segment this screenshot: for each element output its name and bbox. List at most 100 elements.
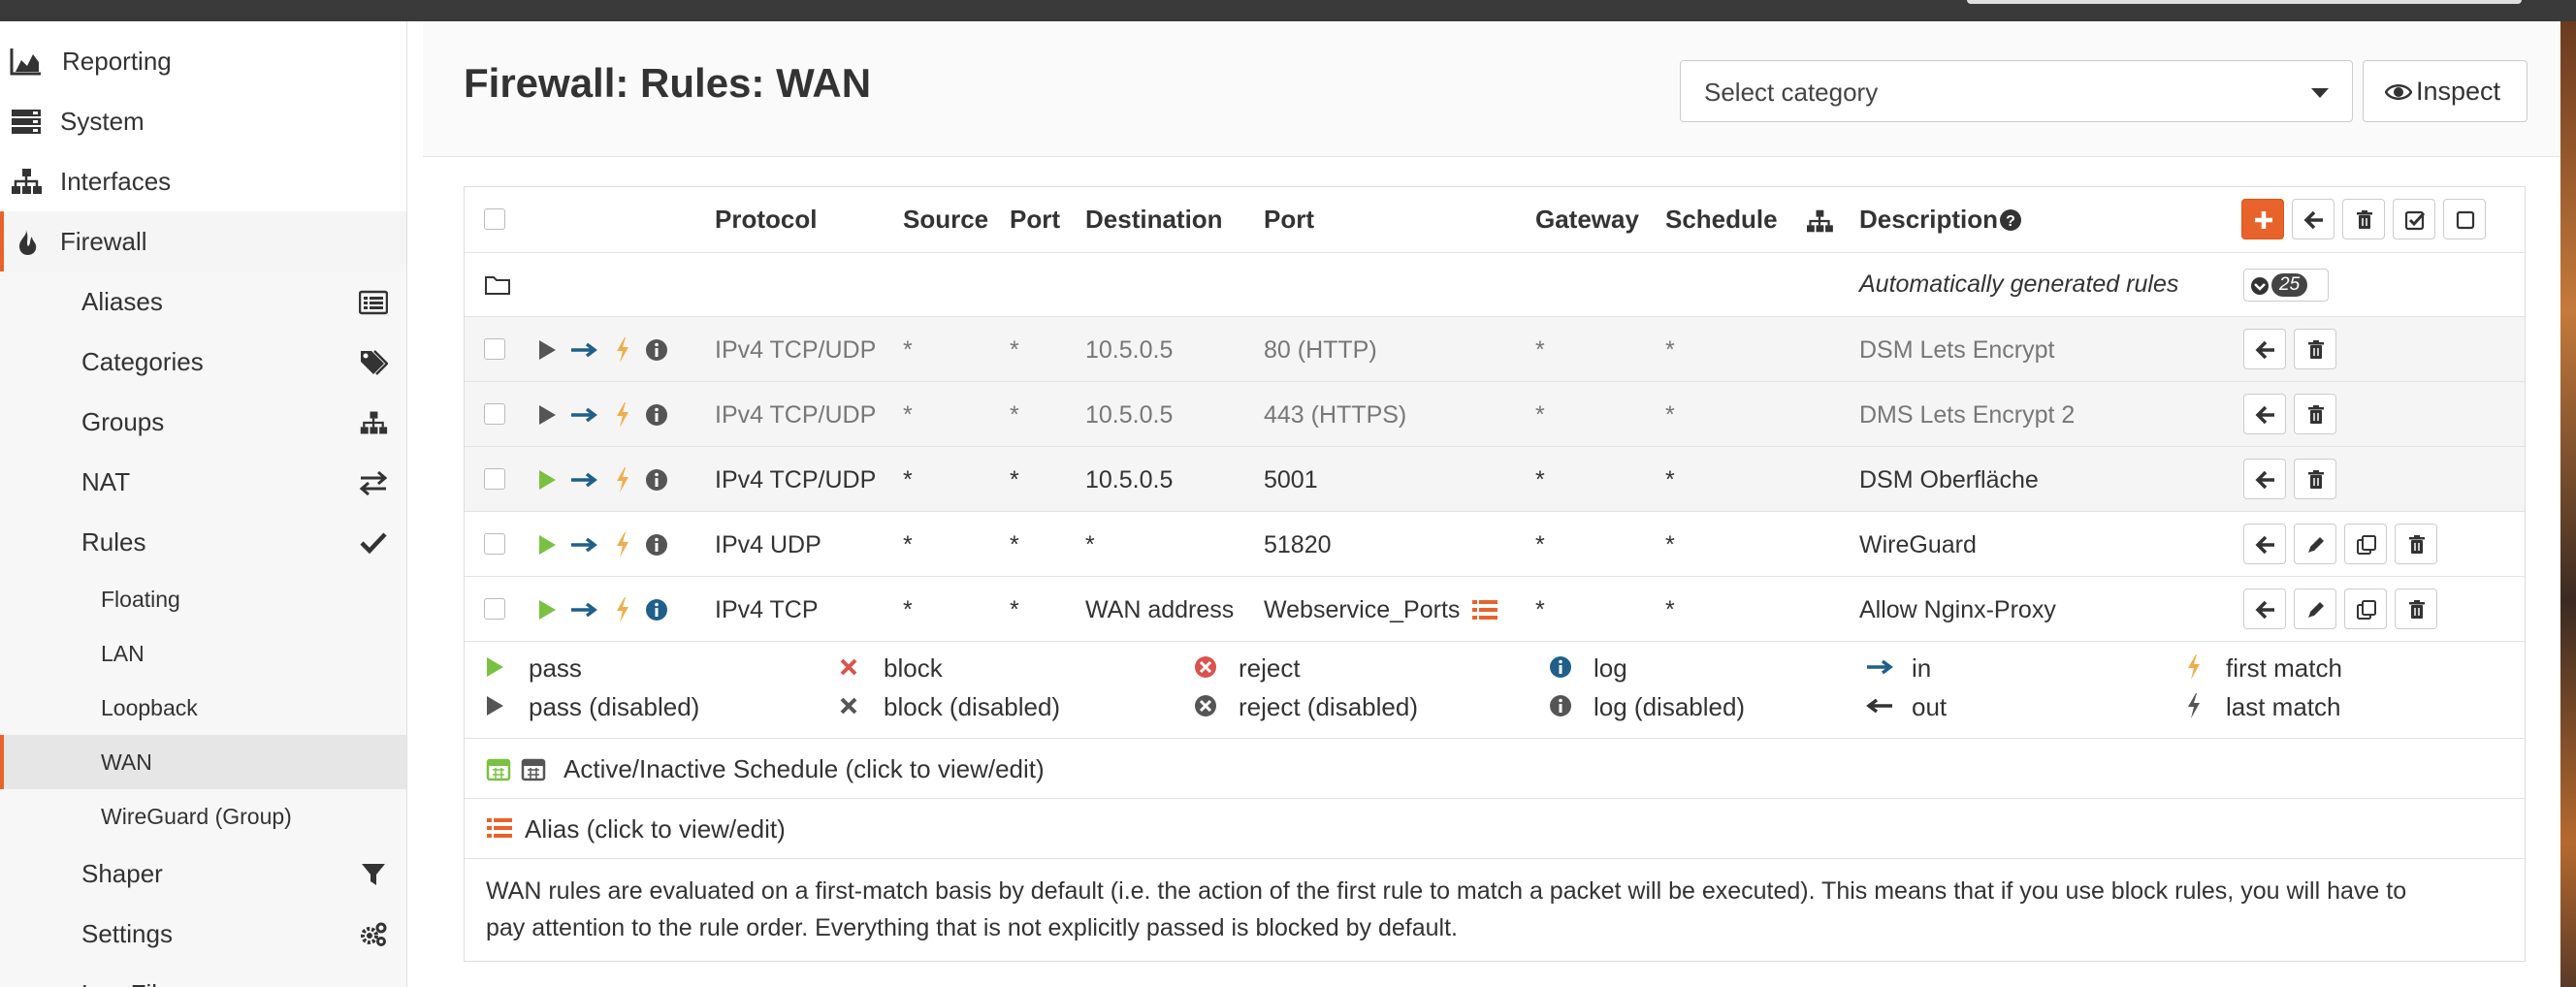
exchange-icon — [359, 470, 388, 496]
move-selected-button[interactable] — [2292, 199, 2334, 239]
column-header-protocol[interactable]: Protocol — [715, 205, 817, 235]
svg-text:?: ? — [2006, 213, 2015, 230]
direction-in-icon — [571, 537, 597, 553]
delete-rule-button[interactable] — [2294, 394, 2336, 434]
info-icon[interactable] — [645, 533, 668, 557]
table-row[interactable]: IPv4 UDP * * * 51820 * * WireGuard — [465, 512, 2525, 577]
sidebar-item-label: Aliases — [81, 287, 163, 316]
move-rule-button[interactable] — [2243, 329, 2286, 369]
delete-rule-button[interactable] — [2395, 524, 2437, 564]
pass-disabled-icon[interactable] — [536, 338, 558, 362]
move-rule-button[interactable] — [2243, 394, 2286, 434]
sidebar-item-reporting[interactable]: Reporting — [0, 31, 406, 91]
trash-icon — [2308, 340, 2324, 359]
inspect-button[interactable]: Inspect — [2363, 60, 2528, 122]
sidebar-item-shaper[interactable]: Shaper — [0, 844, 406, 904]
sidebar-item-interfaces[interactable]: Interfaces — [0, 151, 406, 211]
sidebar-item-wan[interactable]: WAN — [0, 735, 406, 789]
log-icon[interactable] — [645, 598, 668, 621]
column-header-schedule[interactable]: Schedule — [1665, 205, 1778, 235]
rule-schedule: * — [1665, 336, 1675, 364]
sidebar-item-categories[interactable]: Categories — [0, 332, 406, 392]
log-disabled-icon — [1550, 695, 1571, 716]
move-rule-button[interactable] — [2243, 524, 2286, 564]
move-rule-button[interactable] — [2243, 589, 2286, 629]
delete-rule-button[interactable] — [2294, 329, 2336, 369]
column-header-description[interactable]: Description — [1859, 205, 1998, 235]
table-row[interactable]: IPv4 TCP/UDP * * 10.5.0.5 5001 * * DSM O… — [465, 447, 2525, 512]
pencil-icon — [2308, 602, 2324, 618]
legend-label: first match — [2226, 653, 2342, 683]
pass-icon[interactable] — [536, 468, 558, 492]
delete-rule-button[interactable] — [2395, 589, 2437, 629]
rule-checkbox[interactable] — [484, 338, 505, 360]
add-rule-button[interactable] — [2241, 199, 2284, 239]
select-all-checkbox[interactable] — [484, 208, 505, 230]
check-icon — [360, 532, 387, 555]
rule-checkbox[interactable] — [484, 403, 505, 425]
expand-auto-rules-button[interactable]: 25 — [2243, 269, 2329, 302]
rule-destination: WAN address — [1085, 596, 1235, 623]
info-icon[interactable] — [645, 468, 668, 492]
table-row[interactable]: IPv4 TCP/UDP * * 10.5.0.5 80 (HTTP) * * … — [465, 317, 2525, 382]
sidebar-item-aliases[interactable]: Aliases — [0, 271, 406, 332]
block-disabled-icon — [840, 697, 857, 715]
fire-icon — [19, 229, 37, 255]
pass-icon[interactable] — [536, 533, 558, 557]
arrow-left-icon — [2255, 600, 2274, 620]
direction-in-icon — [571, 472, 597, 488]
clone-rule-button[interactable] — [2344, 524, 2387, 564]
alias-list-icon[interactable] — [1471, 598, 1498, 621]
sidebar-item-system[interactable]: System — [0, 91, 406, 151]
category-select[interactable]: Select category — [1680, 60, 2353, 122]
rule-checkbox[interactable] — [484, 468, 505, 490]
column-header-port[interactable]: Port — [1010, 205, 1060, 235]
table-row[interactable]: IPv4 TCP/UDP * * 10.5.0.5 443 (HTTPS) * … — [465, 382, 2525, 447]
rule-gateway: * — [1535, 531, 1545, 558]
clone-rule-button[interactable] — [2344, 589, 2387, 629]
sidebar-item-rules[interactable]: Rules — [0, 512, 406, 572]
sidebar-item-loopback[interactable]: Loopback — [0, 681, 406, 735]
pass-icon[interactable] — [536, 598, 558, 621]
column-header-dest-port[interactable]: Port — [1264, 205, 1314, 235]
direction-in-icon — [571, 342, 597, 358]
table-row[interactable]: IPv4 TCP * * WAN address Webservice_Port… — [465, 577, 2525, 642]
arrow-left-icon — [2255, 470, 2274, 490]
schedule-legend-label: Active/Inactive Schedule (click to view/… — [564, 754, 1045, 783]
rule-checkbox[interactable] — [484, 533, 505, 555]
sidebar-item-lan[interactable]: LAN — [0, 626, 406, 681]
sidebar-item-log-files[interactable]: Log Files — [0, 964, 406, 987]
edit-rule-button[interactable] — [2294, 589, 2336, 629]
column-header-source[interactable]: Source — [903, 205, 988, 235]
rule-protocol: IPv4 TCP/UDP — [715, 336, 877, 364]
pass-disabled-icon[interactable] — [536, 403, 558, 427]
search-input[interactable] — [1967, 0, 2522, 4]
sidebar-item-floating[interactable]: Floating — [0, 572, 406, 626]
first-match-icon — [617, 597, 628, 622]
enable-selected-button[interactable] — [2393, 199, 2435, 239]
sidebar-item-wireguard-group[interactable]: WireGuard (Group) — [0, 789, 406, 844]
sidebar-item-groups[interactable]: Groups — [0, 392, 406, 452]
first-match-icon — [617, 337, 628, 363]
disable-selected-button[interactable] — [2443, 199, 2486, 239]
info-icon[interactable] — [645, 403, 668, 427]
edit-rule-button[interactable] — [2294, 524, 2336, 564]
column-header-gateway[interactable]: Gateway — [1535, 205, 1639, 235]
first-match-icon — [2188, 654, 2200, 680]
column-header-destination[interactable]: Destination — [1085, 205, 1223, 235]
sidebar-item-firewall[interactable]: Firewall — [0, 211, 406, 271]
delete-rule-button[interactable] — [2294, 459, 2336, 499]
help-icon[interactable]: ? — [1999, 208, 2022, 232]
schedule-legend: Active/Inactive Schedule (click to view/… — [465, 739, 2525, 799]
alias-legend-label: Alias (click to view/edit) — [525, 814, 786, 844]
auto-generated-rules-row[interactable]: Automatically generated rules 25 — [465, 253, 2525, 317]
rule-checkbox[interactable] — [484, 598, 505, 620]
rule-schedule: * — [1665, 531, 1675, 558]
delete-selected-button[interactable] — [2342, 199, 2385, 239]
rule-destination: 10.5.0.5 — [1085, 401, 1174, 429]
info-icon[interactable] — [645, 338, 668, 362]
move-rule-button[interactable] — [2243, 459, 2286, 499]
sidebar-item-nat[interactable]: NAT — [0, 452, 406, 512]
sidebar-item-settings[interactable]: Settings — [0, 904, 406, 964]
alias-list-icon — [487, 818, 512, 838]
